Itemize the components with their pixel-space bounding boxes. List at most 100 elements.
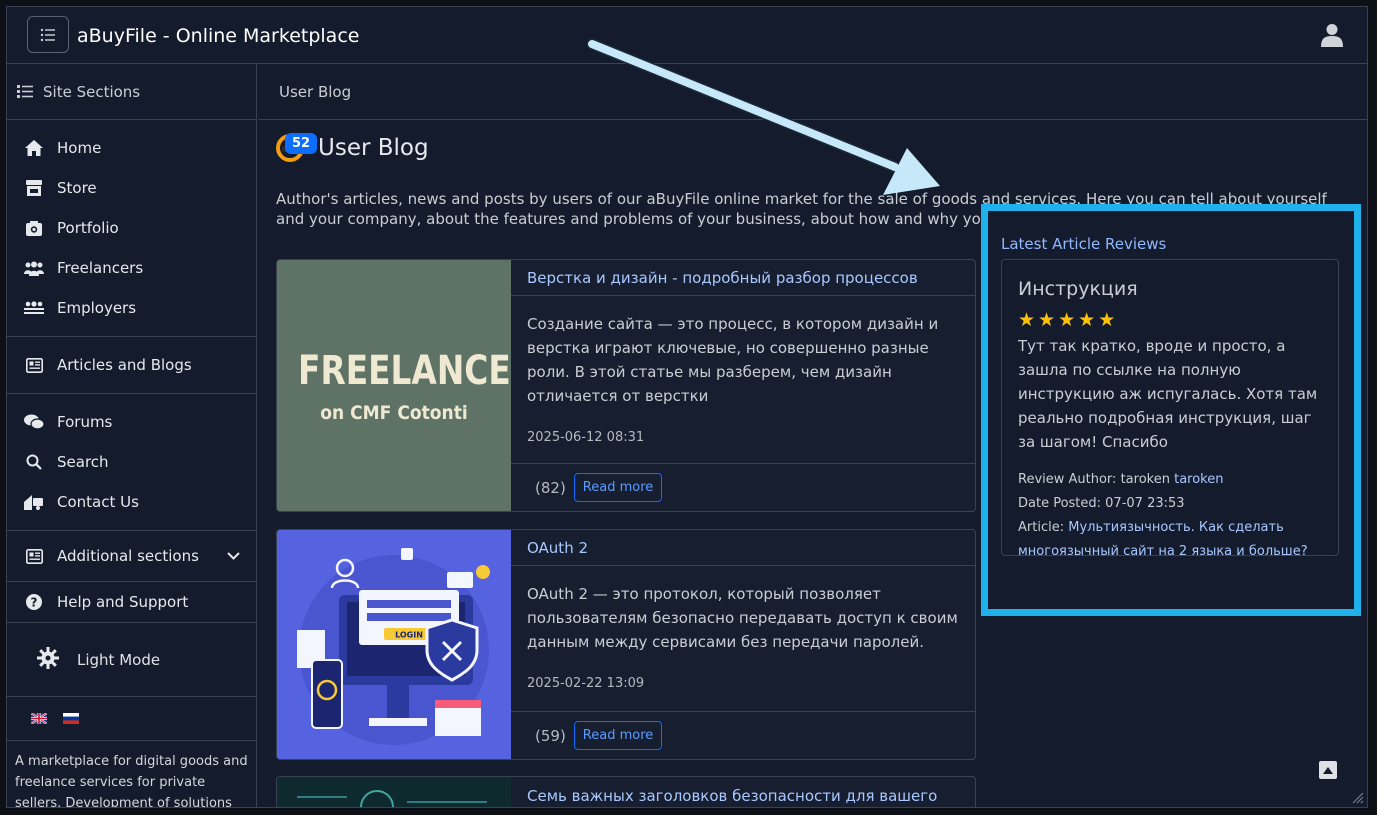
star-icon: ★ xyxy=(1018,309,1036,331)
user-icon[interactable] xyxy=(1321,23,1343,47)
post-title[interactable]: OAuth 2 xyxy=(511,530,975,566)
comment-count: (82) xyxy=(535,478,566,497)
oauth-illustration: LOGIN xyxy=(297,548,490,745)
review-card: Инструкция ★ ★ ★ ★ ★ Тут так кратко, вро… xyxy=(1001,259,1339,559)
light-mode-toggle[interactable]: Light Mode xyxy=(7,623,256,697)
uk-flag-icon[interactable] xyxy=(31,713,47,724)
contact-icon xyxy=(23,494,45,510)
read-more-button[interactable]: Read more xyxy=(573,473,663,502)
post-count-badge: 52 xyxy=(285,133,318,154)
sidebar-item-home[interactable]: Home xyxy=(7,128,256,168)
post-excerpt: Создание сайта — это процесс, в котором … xyxy=(527,315,939,405)
breadcrumb[interactable]: User Blog xyxy=(258,64,1367,120)
menu-toggle-button[interactable] xyxy=(27,16,69,53)
sidebar-item-label: Search xyxy=(57,453,109,471)
sidebar-item-label: Home xyxy=(57,139,102,157)
review-article-label: Article: xyxy=(1018,520,1065,535)
star-icon: ★ xyxy=(1098,309,1116,331)
sidebar-item-search[interactable]: Search xyxy=(7,442,256,482)
blog-post-card: LOGIN OAuth 2 OAuth 2 — это протокол, ко… xyxy=(276,529,976,760)
app-window: aBuyFile - Online Marketplace Site Secti… xyxy=(6,6,1368,808)
employers-icon xyxy=(23,300,45,316)
sidebar-item-help[interactable]: ? Help and Support xyxy=(7,582,256,622)
scroll-to-top-button[interactable] xyxy=(1319,761,1337,779)
blog-post-card: FREELANCE on CMF Cotonti Верстка и дизай… xyxy=(276,259,976,512)
page-title: User Blog xyxy=(318,135,429,161)
sidebar-item-label: Freelancers xyxy=(57,259,144,277)
post-thumbnail[interactable]: LOGIN xyxy=(277,530,511,759)
rating-stars: ★ ★ ★ ★ ★ xyxy=(1018,310,1322,330)
comment-count: (59) xyxy=(535,726,566,745)
latest-reviews-panel: Latest Article Reviews Инструкция ★ ★ ★ … xyxy=(981,204,1361,616)
help-icon: ? xyxy=(23,594,45,610)
sidebar-item-additional[interactable]: Additional sections xyxy=(7,536,256,576)
resize-grip-icon[interactable] xyxy=(1352,792,1364,804)
star-icon: ★ xyxy=(1058,309,1076,331)
sidebar: Site Sections Home Store Portfolio Freel… xyxy=(7,64,257,808)
russia-flag-icon[interactable] xyxy=(63,713,79,724)
sidebar-header-label: Site Sections xyxy=(43,82,141,101)
post-excerpt: OAuth 2 — это протокол, который позволяе… xyxy=(527,585,958,651)
sidebar-group-articles: Articles and Blogs xyxy=(7,337,256,394)
language-switcher xyxy=(7,697,256,741)
review-author-label: Review Author: taroken xyxy=(1018,472,1170,487)
search-icon xyxy=(23,454,45,470)
review-meta: Review Author: taroken taroken Date Post… xyxy=(1018,468,1322,564)
sidebar-group-additional: Additional sections xyxy=(7,531,256,582)
sidebar-group-community: Forums Search Contact Us xyxy=(7,394,256,531)
sidebar-item-label: Employers xyxy=(57,299,137,317)
additional-icon xyxy=(23,548,45,564)
sidebar-item-forums[interactable]: Forums xyxy=(7,402,256,442)
light-mode-label: Light Mode xyxy=(77,650,161,669)
chevron-down-icon[interactable] xyxy=(227,549,240,563)
store-icon xyxy=(23,180,45,196)
review-date: Date Posted: 07-07 23:53 xyxy=(1018,496,1185,511)
sidebar-item-label: Articles and Blogs xyxy=(57,356,192,374)
sidebar-item-articles[interactable]: Articles and Blogs xyxy=(7,345,256,385)
blog-post-card: Семь важных заголовков безопасности для … xyxy=(276,776,976,807)
post-thumbnail[interactable] xyxy=(277,777,511,807)
security-illustration xyxy=(277,777,511,807)
sidebar-item-label: Store xyxy=(57,179,97,197)
review-title: Инструкция xyxy=(1018,278,1138,300)
post-thumbnail[interactable]: FREELANCE on CMF Cotonti xyxy=(277,260,511,511)
review-author: Review Author: taroken taroken xyxy=(1018,468,1322,492)
post-title[interactable]: Верстка и дизайн - подробный разбор проц… xyxy=(511,260,975,296)
forums-icon xyxy=(23,414,45,430)
sidebar-item-label: Additional sections xyxy=(57,547,199,565)
review-author-link[interactable]: taroken xyxy=(1174,472,1223,487)
sidebar-item-label: Contact Us xyxy=(57,493,139,511)
top-navbar: aBuyFile - Online Marketplace xyxy=(7,7,1367,64)
post-footer: (82) Read more xyxy=(511,463,975,511)
sidebar-group-help: ? Help and Support xyxy=(7,582,256,623)
thumbnail-subtitle: on CMF Cotonti xyxy=(320,402,468,424)
review-text: Тут так кратко, вроде и просто, а зашла … xyxy=(1018,337,1318,451)
main-content: User Blog User Blog 52 Author's articles… xyxy=(258,64,1367,807)
caret-up-icon xyxy=(1323,766,1333,774)
sidebar-item-label: Help and Support xyxy=(57,593,189,611)
sidebar-item-store[interactable]: Store xyxy=(7,168,256,208)
read-more-button[interactable]: Read more xyxy=(573,721,663,750)
star-icon: ★ xyxy=(1078,309,1096,331)
sidebar-item-freelancers[interactable]: Freelancers xyxy=(7,248,256,288)
sidebar-item-employers[interactable]: Employers xyxy=(7,288,256,328)
freelancers-icon xyxy=(23,261,45,276)
post-date: 2025-02-22 13:09 xyxy=(527,676,645,691)
svg-text:?: ? xyxy=(31,596,38,610)
sidebar-item-label: Portfolio xyxy=(57,219,119,237)
list-icon xyxy=(17,85,33,98)
post-title[interactable]: Семь важных заголовков безопасности для … xyxy=(511,777,975,807)
thumbnail-title: FREELANCE xyxy=(298,348,511,394)
sidebar-item-contact[interactable]: Contact Us xyxy=(7,482,256,522)
review-article: Article: Мультиязычность. Как сделать мн… xyxy=(1018,516,1322,564)
sidebar-item-label: Forums xyxy=(57,413,113,431)
gear-icon xyxy=(37,646,59,673)
list-icon xyxy=(40,28,55,41)
sidebar-item-portfolio[interactable]: Portfolio xyxy=(7,208,256,248)
reviews-heading[interactable]: Latest Article Reviews xyxy=(1001,235,1166,253)
sidebar-footer-text: A marketplace for digital goods and free… xyxy=(15,754,248,808)
home-icon xyxy=(23,140,45,156)
login-label: LOGIN xyxy=(395,631,423,640)
post-footer: (59) Read more xyxy=(511,711,975,759)
app-title[interactable]: aBuyFile - Online Marketplace xyxy=(77,25,359,47)
